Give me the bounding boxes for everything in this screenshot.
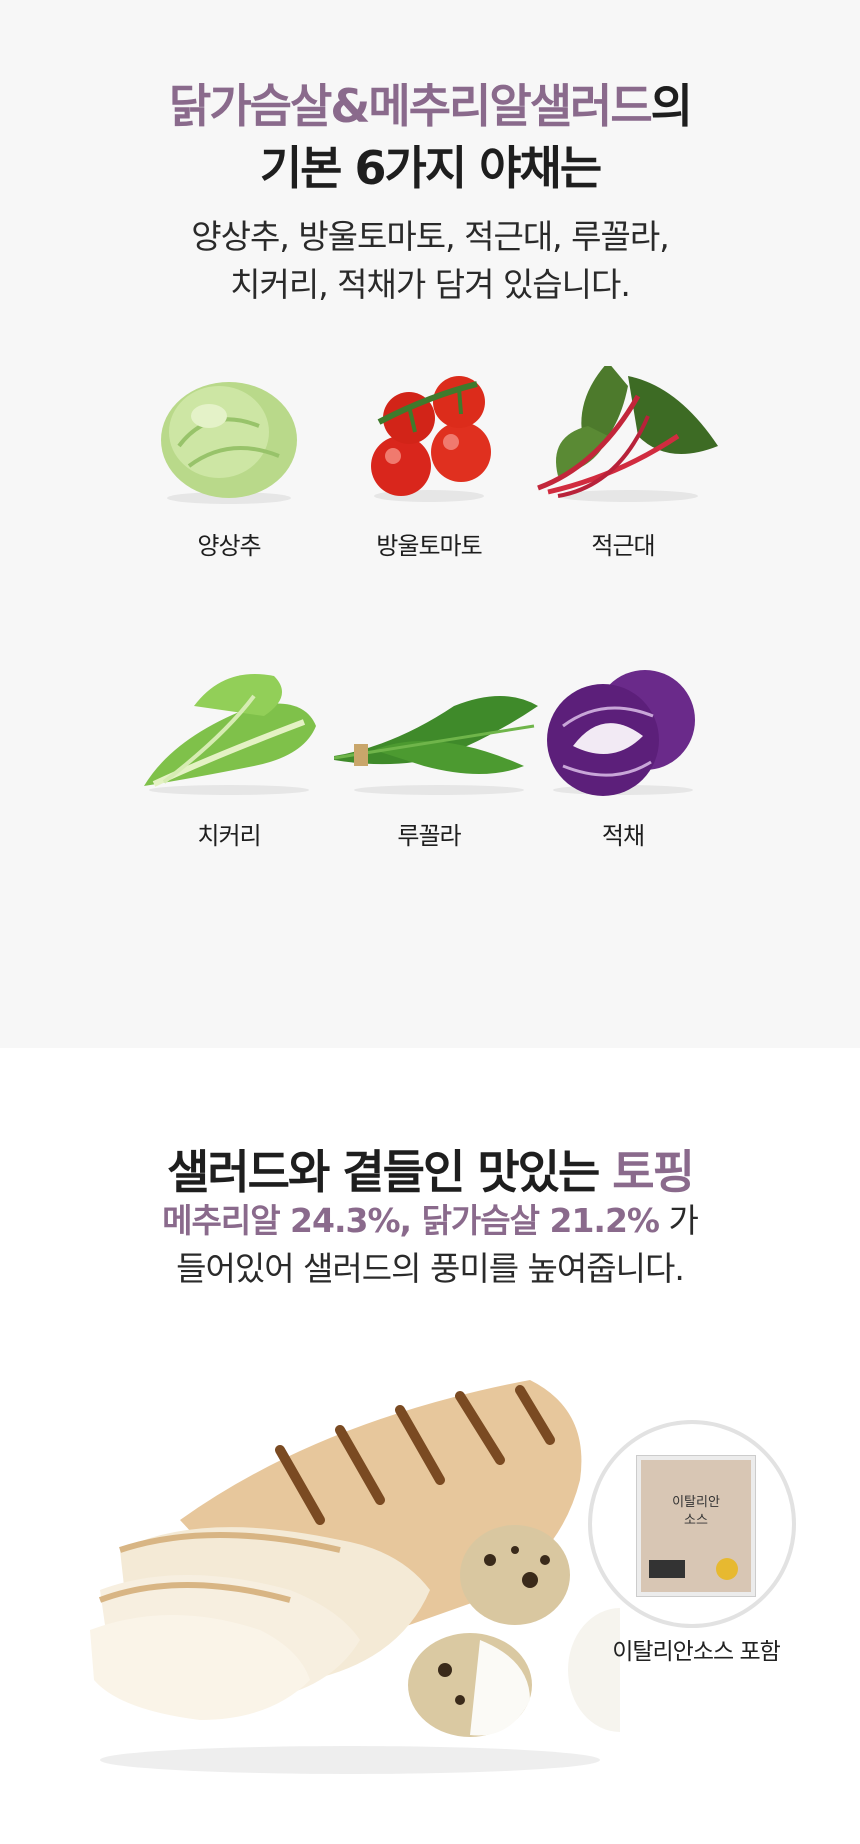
sauce-badge: 이탈리안 소스: [588, 1420, 796, 1628]
red-cabbage-icon: [547, 670, 695, 796]
vegetable-item-cherry-tomato: 방울토마토: [334, 366, 524, 561]
vegetable-item-lettuce: 양상추: [134, 366, 324, 561]
vegetable-item-arugula: 루꼴라: [334, 666, 538, 851]
chicory-icon: [144, 674, 316, 795]
vegetable-item-red-chard: 적근대: [528, 366, 718, 561]
vegetable-item-chicory: 치커리: [134, 666, 324, 851]
toppings-title-highlight: 토핑: [612, 1145, 695, 1199]
toppings-desc-line1: 메추리알 24.3%, 닭가슴살 21.2% 가: [0, 1198, 860, 1244]
sauce-caption: 이탈리안소스 포함: [612, 1639, 781, 1665]
vegetable-label: 치커리: [197, 822, 261, 850]
vegetable-label: 적근대: [591, 532, 655, 560]
section-desc-line2: 치커리, 적채가 담겨 있습니다.: [230, 265, 631, 304]
cherry-tomato-icon: [371, 376, 491, 502]
toppings-desc-suffix: 가: [668, 1201, 698, 1240]
title-highlight: 닭가슴살&메추리알샐러드: [169, 79, 653, 133]
section-desc-line1: 양상추, 방울토마토, 적근대, 루꼴라,: [191, 217, 669, 256]
section-title-line1: 닭가슴살&메추리알샐러드의: [0, 78, 860, 134]
vegetable-label: 적채: [601, 822, 645, 850]
section-title-line2: 기본 6가지 야채는: [259, 141, 602, 195]
toppings-title: 샐러드와 곁들인 맛있는 토핑: [0, 1144, 860, 1200]
toppings-title-main: 샐러드와 곁들인 맛있는: [167, 1145, 600, 1199]
red-chard-icon: [537, 366, 718, 502]
toppings-desc-line2: 들어있어 샐러드의 풍미를 높여줍니다.: [176, 1249, 685, 1288]
sauce-packet: 이탈리안 소스: [637, 1456, 755, 1596]
toppings-percent-highlight: 메추리알 24.3%, 닭가슴살 21.2%: [162, 1201, 660, 1240]
vegetables-section: 닭가슴살&메추리알샐러드의 기본 6가지 야채는 양상추, 방울토마토, 적근대…: [0, 0, 860, 1048]
chicken-egg-image: [90, 1380, 620, 1774]
sauce-packet-logo-icon: [649, 1558, 738, 1580]
lettuce-icon: [161, 382, 297, 504]
vegetable-label: 방울토마토: [376, 532, 482, 560]
arugula-icon: [334, 696, 538, 795]
vegetable-label: 양상추: [197, 532, 261, 560]
sauce-packet-text-line1: 이탈리안: [672, 1495, 720, 1510]
sauce-packet-text-line2: 소스: [684, 1513, 708, 1528]
vegetable-label: 루꼴라: [397, 822, 461, 850]
title-suffix: 의: [650, 79, 693, 133]
vegetable-item-red-cabbage: 적채: [528, 666, 718, 851]
